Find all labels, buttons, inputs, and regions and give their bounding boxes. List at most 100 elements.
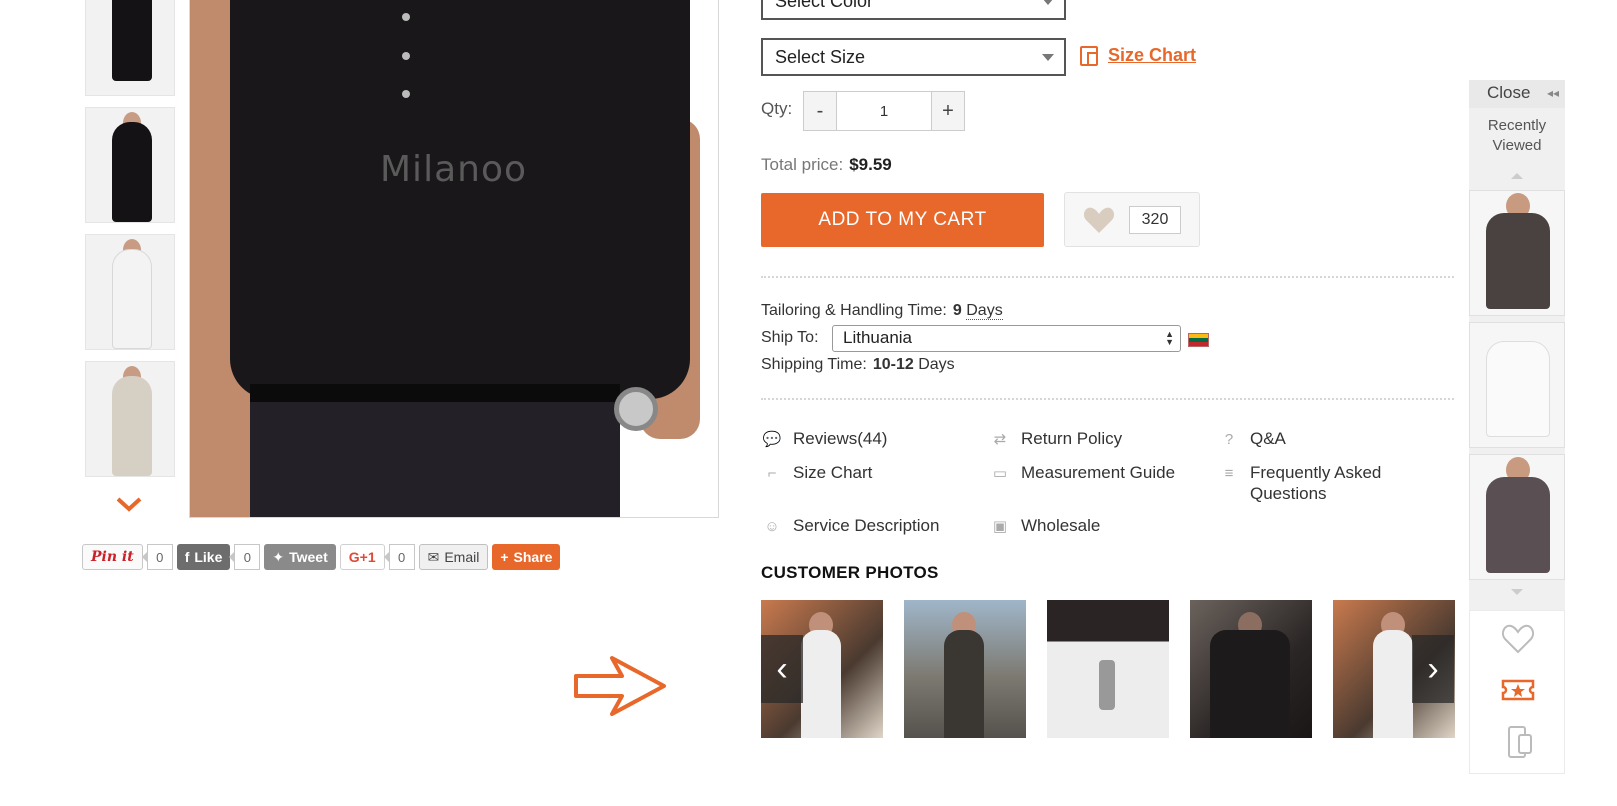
- chevron-down-icon[interactable]: [1509, 588, 1525, 596]
- recently-viewed-item-2[interactable]: [1469, 322, 1565, 448]
- faq-icon: ≡: [1224, 464, 1234, 482]
- tweet-button[interactable]: ✦ Tweet: [264, 544, 336, 570]
- thumbnail-2[interactable]: [85, 107, 175, 223]
- carousel-prev-button[interactable]: ‹: [761, 635, 803, 703]
- recently-viewed-title: Recently Viewed: [1469, 116, 1565, 156]
- color-select[interactable]: Select Color: [761, 0, 1066, 20]
- recently-viewed-panel: Close ◂◂ Recently Viewed: [1469, 80, 1565, 774]
- color-select-value: Select Color: [775, 0, 874, 11]
- wholesale-label: Wholesale: [1021, 516, 1101, 535]
- chevron-down-icon[interactable]: [116, 496, 142, 512]
- wholesale-link[interactable]: ▣ Wholesale: [989, 515, 1100, 537]
- thumbnail-4[interactable]: [85, 361, 175, 477]
- recently-viewed-close-button[interactable]: Close ◂◂: [1469, 80, 1565, 108]
- plus-icon: +: [500, 549, 509, 565]
- service-description-link[interactable]: ☺ Service Description: [761, 515, 939, 537]
- chevron-up-icon[interactable]: [1509, 172, 1525, 180]
- size-select[interactable]: Select Size: [761, 38, 1066, 76]
- item-shirt: [1486, 477, 1550, 573]
- qa-link[interactable]: ? Q&A: [1218, 428, 1286, 450]
- speech-bubble-icon: 💬: [762, 430, 782, 448]
- chevron-down-icon: [1042, 0, 1054, 5]
- wrist-watch: [614, 387, 658, 431]
- return-policy-link[interactable]: ⇄ Return Policy: [989, 428, 1122, 450]
- measurement-guide-label: Measurement Guide: [1021, 463, 1176, 482]
- customer-photo-3[interactable]: [1047, 600, 1169, 738]
- main-product-image[interactable]: Milanoo: [189, 0, 719, 518]
- qty-plus-button[interactable]: +: [932, 92, 964, 130]
- google-plus-button[interactable]: G+1: [339, 544, 385, 570]
- close-label: Close: [1487, 83, 1531, 102]
- reviews-label: Reviews(44): [793, 429, 888, 448]
- divider: [761, 276, 1454, 278]
- customer-photos-title: CUSTOMER PHOTOS: [761, 563, 939, 582]
- qty-minus-button[interactable]: -: [804, 92, 836, 130]
- sidebar-tools: [1469, 610, 1565, 774]
- share-button[interactable]: + Share: [492, 544, 561, 570]
- country-select-value: Lithuania: [843, 328, 913, 347]
- heart-icon: [1083, 207, 1115, 233]
- total-price-value: $9.59: [849, 155, 892, 174]
- social-share-bar: Pin it 0 f Like 0 ✦ Tweet G+1 0 ✉ Email …: [82, 543, 561, 571]
- thumbnail-1[interactable]: [85, 0, 175, 96]
- qty-input[interactable]: 1: [836, 92, 932, 130]
- country-select[interactable]: Lithuania ▲ ▼: [832, 325, 1181, 352]
- envelope-icon: ✉: [427, 548, 440, 565]
- size-select-value: Select Size: [775, 47, 866, 67]
- tweet-label: Tweet: [289, 549, 328, 565]
- facebook-count: 0: [229, 544, 261, 570]
- ruler-icon: [1080, 45, 1098, 66]
- country-flag-icon: [1188, 333, 1209, 347]
- thumbnail-3[interactable]: [85, 234, 175, 350]
- qty-label: Qty:: [761, 99, 793, 118]
- wishlist-count: 320: [1129, 206, 1181, 234]
- photo-person: [944, 630, 984, 738]
- product-belt: [250, 384, 620, 402]
- total-price-label: Total price:: [761, 155, 844, 174]
- chevron-down-icon: [1042, 54, 1054, 61]
- pinterest-button[interactable]: Pin it: [82, 544, 143, 570]
- coupon-icon[interactable]: [1500, 673, 1536, 707]
- email-label: Email: [444, 549, 480, 565]
- measurement-guide-link[interactable]: ▭ Measurement Guide: [989, 462, 1175, 484]
- google-plus-count: 0: [383, 544, 415, 570]
- heart-outline-icon[interactable]: [1500, 621, 1536, 655]
- brand-watermark: Milanoo: [380, 149, 527, 190]
- shirt-button: [402, 52, 410, 60]
- photo-person: [1373, 630, 1413, 738]
- product-shirt: [230, 0, 690, 399]
- box-icon: ▣: [992, 517, 1008, 535]
- mobile-phone-icon[interactable]: [1500, 725, 1536, 759]
- wishlist-button[interactable]: 320: [1064, 192, 1200, 247]
- facebook-icon: f: [184, 549, 190, 565]
- service-description-label: Service Description: [793, 516, 940, 535]
- photo-pendant: [1099, 660, 1115, 710]
- recently-viewed-item-1[interactable]: [1469, 190, 1565, 316]
- faq-link[interactable]: ≡ Frequently Asked Questions: [1218, 462, 1438, 504]
- tailoring-unit: Days: [966, 302, 1003, 320]
- tailoring-value: 9: [952, 302, 962, 319]
- customer-photos-carousel: ‹ ›: [761, 600, 1455, 738]
- product-jeans: [250, 384, 620, 517]
- twitter-icon: ✦: [272, 548, 285, 565]
- customer-photo-4[interactable]: [1190, 600, 1312, 738]
- customer-photo-2[interactable]: [904, 600, 1026, 738]
- tailoring-label: Tailoring & Handling Time:: [761, 302, 947, 319]
- recently-viewed-title-line2: Viewed: [1492, 137, 1542, 154]
- facebook-like-button[interactable]: f Like: [176, 544, 231, 570]
- recently-viewed-item-3[interactable]: [1469, 454, 1565, 580]
- email-button[interactable]: ✉ Email: [418, 544, 489, 570]
- reviews-link[interactable]: 💬 Reviews(44): [761, 428, 888, 450]
- shirt-button: [402, 90, 410, 98]
- size-chart-link[interactable]: Size Chart: [1080, 45, 1196, 66]
- shipping-time-label: Shipping Time:: [761, 356, 867, 373]
- shipping-time: Shipping Time: 10-12 Days: [761, 356, 955, 374]
- size-chart-info-link[interactable]: ⌐ Size Chart: [761, 462, 873, 484]
- thumbnail-figure: [112, 0, 152, 81]
- item-shirt: [1486, 341, 1550, 437]
- faq-label: Frequently Asked Questions: [1250, 463, 1382, 503]
- carousel-next-button[interactable]: ›: [1412, 635, 1454, 703]
- shipping-time-value: 10-12: [872, 356, 914, 373]
- add-to-cart-button[interactable]: ADD TO MY CART: [761, 193, 1044, 247]
- double-chevron-left-icon: ◂◂: [1546, 86, 1559, 100]
